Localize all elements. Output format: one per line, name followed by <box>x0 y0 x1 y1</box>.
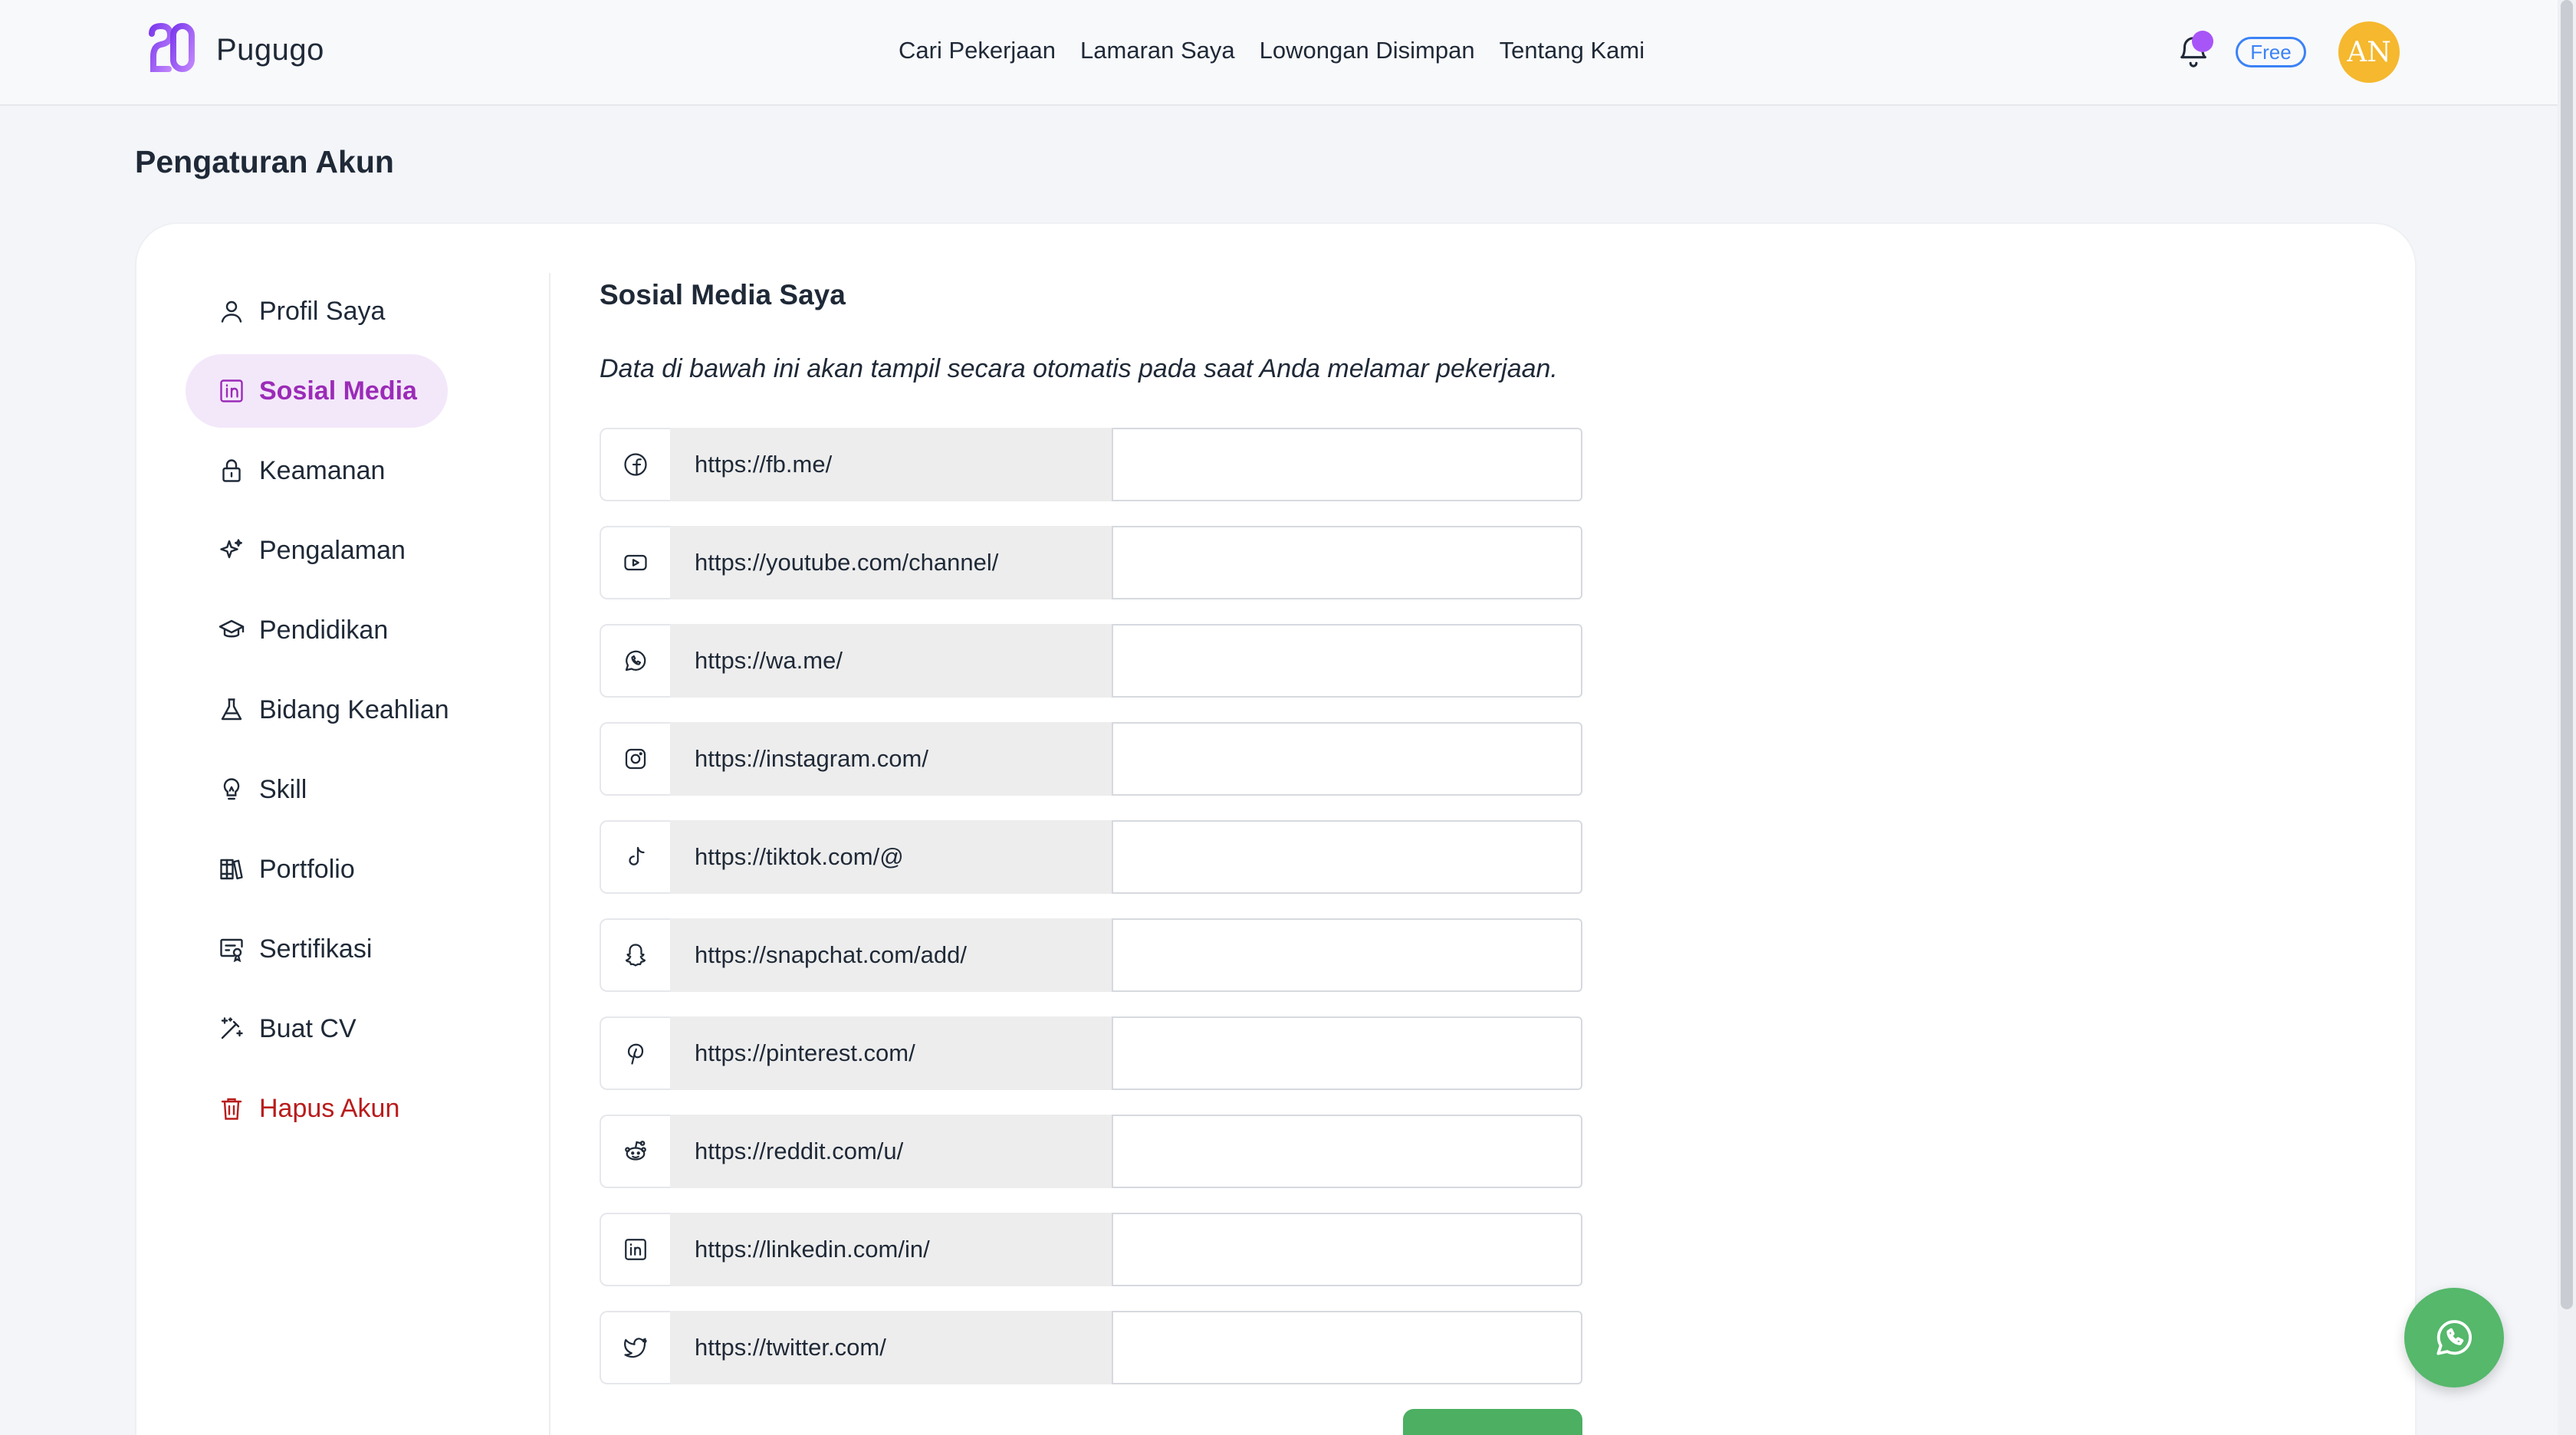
scrollbar-track[interactable] <box>2558 0 2576 1435</box>
url-prefix: https://snapchat.com/add/ <box>670 918 1112 992</box>
facebook-input[interactable] <box>1112 428 1582 501</box>
social-row-pinterest: https://pinterest.com/ <box>600 1016 1582 1090</box>
social-row-tiktok: https://tiktok.com/@ <box>600 820 1582 894</box>
graduation-cap-icon <box>216 615 247 645</box>
twitter-input[interactable] <box>1112 1311 1582 1384</box>
top-navbar: Pugugo Cari Pekerjaan Lamaran Saya Lowon… <box>0 0 2558 106</box>
section-description: Data di bawah ini akan tampil secara oto… <box>600 354 1558 383</box>
sidebar-divider <box>549 273 550 1435</box>
sidebar-item-label: Pendidikan <box>259 615 389 645</box>
whatsapp-chat-button[interactable] <box>2404 1288 2504 1387</box>
pinterest-input[interactable] <box>1112 1016 1582 1090</box>
url-prefix: https://youtube.com/channel/ <box>670 526 1112 599</box>
youtube-icon <box>600 526 670 599</box>
sidebar-item-sosial-media[interactable]: Sosial Media <box>186 354 448 428</box>
sidebar-item-label: Skill <box>259 774 307 804</box>
url-prefix: https://reddit.com/u/ <box>670 1115 1112 1188</box>
sidebar-item-sertifikasi[interactable]: Sertifikasi <box>186 912 372 986</box>
sidebar-item-label: Sosial Media <box>259 376 417 406</box>
instagram-input[interactable] <box>1112 722 1582 796</box>
trash-icon <box>216 1093 247 1124</box>
snapchat-input[interactable] <box>1112 918 1582 992</box>
whatsapp-icon <box>2436 1320 2472 1355</box>
books-icon <box>216 854 247 885</box>
url-prefix: https://instagram.com/ <box>670 722 1112 796</box>
url-prefix: https://twitter.com/ <box>670 1311 1112 1384</box>
user-icon <box>216 296 247 327</box>
url-prefix: https://pinterest.com/ <box>670 1016 1112 1090</box>
tiktok-icon <box>600 820 670 894</box>
instagram-icon <box>600 722 670 796</box>
nav-lowongan-disimpan[interactable]: Lowongan Disimpan <box>1260 37 1475 64</box>
social-row-linkedin: https://linkedin.com/in/ <box>600 1213 1582 1286</box>
scrollbar-thumb[interactable] <box>2561 0 2573 1309</box>
magic-wand-icon <box>216 1013 247 1044</box>
sidebar-item-pendidikan[interactable]: Pendidikan <box>186 593 388 667</box>
sidebar-item-label: Pengalaman <box>259 535 406 565</box>
social-row-youtube: https://youtube.com/channel/ <box>600 526 1582 599</box>
pugugo-logo-icon <box>149 23 195 72</box>
snapchat-icon <box>600 918 670 992</box>
linkedin-square-icon <box>216 376 247 406</box>
sidebar-item-label: Hapus Akun <box>259 1093 400 1123</box>
sidebar-item-keamanan[interactable]: Keamanan <box>186 434 385 507</box>
sidebar-item-label: Profil Saya <box>259 296 386 326</box>
certificate-icon <box>216 934 247 964</box>
pinterest-icon <box>600 1016 670 1090</box>
facebook-icon <box>600 428 670 501</box>
whatsapp-icon <box>600 624 670 698</box>
whatsapp-input[interactable] <box>1112 624 1582 698</box>
brand[interactable]: Pugugo <box>146 23 324 77</box>
sidebar-item-profil-saya[interactable]: Profil Saya <box>186 274 385 348</box>
reddit-icon <box>600 1115 670 1188</box>
url-prefix: https://tiktok.com/@ <box>670 820 1112 894</box>
plan-badge[interactable]: Free <box>2236 37 2306 67</box>
main-nav: Cari Pekerjaan Lamaran Saya Lowongan Dis… <box>899 37 1644 64</box>
lightbulb-icon <box>216 774 247 805</box>
url-prefix: https://linkedin.com/in/ <box>670 1213 1112 1286</box>
social-row-whatsapp: https://wa.me/ <box>600 624 1582 698</box>
url-prefix: https://wa.me/ <box>670 624 1112 698</box>
section-title: Sosial Media Saya <box>600 279 846 310</box>
sidebar-item-label: Bidang Keahlian <box>259 695 449 724</box>
twitter-icon <box>600 1311 670 1384</box>
social-row-reddit: https://reddit.com/u/ <box>600 1115 1582 1188</box>
nav-tentang-kami[interactable]: Tentang Kami <box>1500 37 1645 64</box>
sidebar-item-pengalaman[interactable]: Pengalaman <box>186 514 406 587</box>
sidebar-item-portfolio[interactable]: Portfolio <box>186 832 355 906</box>
sparkle-icon <box>216 535 247 566</box>
social-row-twitter: https://twitter.com/ <box>600 1311 1582 1384</box>
sidebar-item-hapus-akun[interactable]: Hapus Akun <box>186 1072 399 1145</box>
nav-cari-pekerjaan[interactable]: Cari Pekerjaan <box>899 37 1056 64</box>
nav-lamaran-saya[interactable]: Lamaran Saya <box>1080 37 1235 64</box>
page-title: Pengaturan Akun <box>135 144 394 179</box>
social-row-snapchat: https://snapchat.com/add/ <box>600 918 1582 992</box>
sidebar-item-label: Buat CV <box>259 1013 356 1043</box>
linkedin-icon <box>600 1213 670 1286</box>
youtube-input[interactable] <box>1112 526 1582 599</box>
sidebar-item-buat-cv[interactable]: Buat CV <box>186 992 356 1066</box>
url-prefix: https://fb.me/ <box>670 428 1112 501</box>
brand-name: Pugugo <box>216 32 324 67</box>
save-button[interactable] <box>1403 1409 1582 1435</box>
sidebar-item-label: Keamanan <box>259 455 386 485</box>
flask-icon <box>216 695 247 725</box>
linkedin-input[interactable] <box>1112 1213 1582 1286</box>
sidebar-item-bidang-keahlian[interactable]: Bidang Keahlian <box>186 673 449 747</box>
tiktok-input[interactable] <box>1112 820 1582 894</box>
social-row-instagram: https://instagram.com/ <box>600 722 1582 796</box>
avatar[interactable]: AN <box>2338 21 2400 83</box>
sidebar-item-label: Portfolio <box>259 854 355 884</box>
sidebar-item-skill[interactable]: Skill <box>186 753 307 826</box>
notification-dot <box>2192 31 2213 52</box>
lock-icon <box>216 455 247 486</box>
social-row-facebook: https://fb.me/ <box>600 428 1582 501</box>
sidebar-item-label: Sertifikasi <box>259 934 373 964</box>
reddit-input[interactable] <box>1112 1115 1582 1188</box>
